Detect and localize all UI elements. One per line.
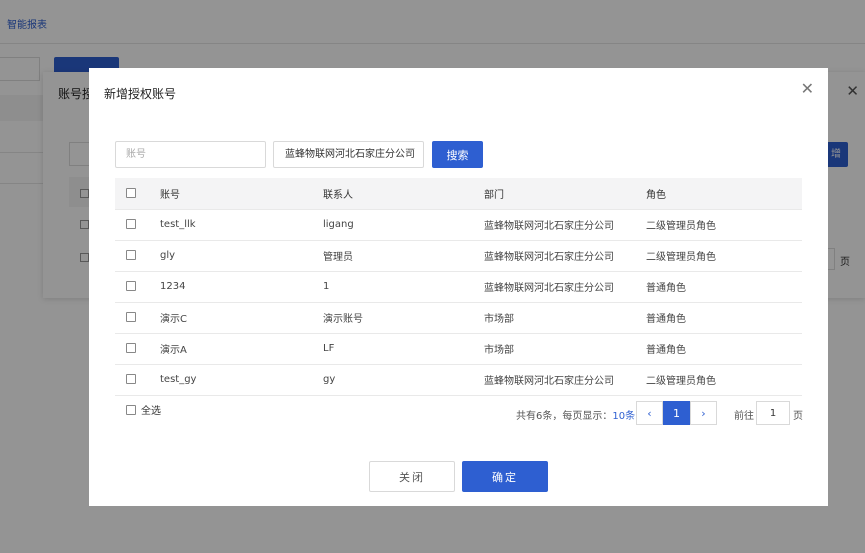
cell-account: 1234 xyxy=(160,271,323,303)
goto-label: 前往 xyxy=(734,411,754,422)
cell-department: 蓝蜂物联网河北石家庄分公司 xyxy=(484,364,646,396)
page-size-selector[interactable]: 10条 xyxy=(612,411,635,422)
account-table: 账号 联系人 部门 角色 test_llk ligang 蓝蜂物联网河北石家庄分… xyxy=(115,178,802,396)
column-header-contact: 联系人 xyxy=(323,178,484,210)
cell-contact: 1 xyxy=(323,271,484,303)
table-row[interactable]: test_gy gy 蓝蜂物联网河北石家庄分公司 二级管理员角色 xyxy=(115,364,802,396)
row-checkbox[interactable] xyxy=(126,374,136,384)
cell-department: 蓝蜂物联网河北石家庄分公司 xyxy=(484,209,646,241)
cell-contact: LF xyxy=(323,333,484,365)
close-button[interactable]: 关闭 xyxy=(369,461,455,492)
goto-page-input[interactable] xyxy=(756,401,790,425)
current-page-button[interactable]: 1 xyxy=(663,401,690,425)
next-page-button[interactable]: › xyxy=(690,401,717,425)
cell-account: test_gy xyxy=(160,364,323,396)
cell-department: 市场部 xyxy=(484,333,646,365)
cell-department: 市场部 xyxy=(484,302,646,334)
row-checkbox[interactable] xyxy=(126,312,136,322)
column-header-account: 账号 xyxy=(160,178,323,210)
goto-unit-label: 页 xyxy=(793,411,803,422)
cell-role: 普通角色 xyxy=(646,302,802,334)
table-header-row: 账号 联系人 部门 角色 xyxy=(115,178,802,210)
select-all-control[interactable]: 全选 xyxy=(126,402,161,417)
dialog-title: 新增授权账号 xyxy=(104,87,177,101)
row-checkbox[interactable] xyxy=(126,219,136,229)
cell-contact: ligang xyxy=(323,209,484,241)
cell-role: 二级管理员角色 xyxy=(646,240,802,272)
cell-role: 普通角色 xyxy=(646,333,802,365)
cell-account: test_llk xyxy=(160,209,323,241)
column-header-role: 角色 xyxy=(646,178,802,210)
department-select-value: 蓝蜂物联网河北石家庄分公司 xyxy=(285,149,415,160)
select-all-label: 全选 xyxy=(141,406,161,417)
table-row[interactable]: test_llk ligang 蓝蜂物联网河北石家庄分公司 二级管理员角色 xyxy=(115,209,802,241)
cell-role: 二级管理员角色 xyxy=(646,209,802,241)
column-header-department: 部门 xyxy=(484,178,646,210)
department-select[interactable]: 蓝蜂物联网河北石家庄分公司 ﹀ xyxy=(273,141,424,168)
table-row[interactable]: 演示A LF 市场部 普通角色 xyxy=(115,333,802,365)
table-row[interactable]: 演示C 演示账号 市场部 普通角色 xyxy=(115,302,802,334)
pagination-total: 共有6条，每页显示：10条 xyxy=(516,407,635,422)
header-checkbox-cell xyxy=(115,178,160,210)
table-row[interactable]: gly 管理员 蓝蜂物联网河北石家庄分公司 二级管理员角色 xyxy=(115,240,802,272)
prev-page-button[interactable]: ‹ xyxy=(636,401,663,425)
close-icon[interactable]: ✕ xyxy=(801,79,814,99)
select-all-checkbox[interactable] xyxy=(126,404,136,415)
row-checkbox[interactable] xyxy=(126,343,136,353)
table-row[interactable]: 1234 1 蓝蜂物联网河北石家庄分公司 普通角色 xyxy=(115,271,802,303)
cell-contact: 管理员 xyxy=(323,240,484,272)
account-search-input[interactable] xyxy=(115,141,266,168)
cell-account: 演示A xyxy=(160,333,323,365)
cell-department: 蓝蜂物联网河北石家庄分公司 xyxy=(484,240,646,272)
search-button[interactable]: 搜索 xyxy=(432,141,483,168)
row-checkbox[interactable] xyxy=(126,281,136,291)
cell-account: gly xyxy=(160,240,323,272)
total-text: 共有6条，每页显示： xyxy=(516,411,613,422)
row-checkbox[interactable] xyxy=(126,250,136,260)
select-all-header-checkbox[interactable] xyxy=(126,187,136,198)
confirm-button[interactable]: 确定 xyxy=(462,461,548,492)
cell-contact: 演示账号 xyxy=(323,302,484,334)
cell-account: 演示C xyxy=(160,302,323,334)
cell-contact: gy xyxy=(323,364,484,396)
cell-role: 二级管理员角色 xyxy=(646,364,802,396)
chevron-down-icon: ﹀ xyxy=(405,149,415,159)
add-authorized-account-dialog: 新增授权账号 ✕ 蓝蜂物联网河北石家庄分公司 ﹀ 搜索 账号 联系人 部门 角色… xyxy=(89,68,828,506)
cell-department: 蓝蜂物联网河北石家庄分公司 xyxy=(484,271,646,303)
cell-role: 普通角色 xyxy=(646,271,802,303)
